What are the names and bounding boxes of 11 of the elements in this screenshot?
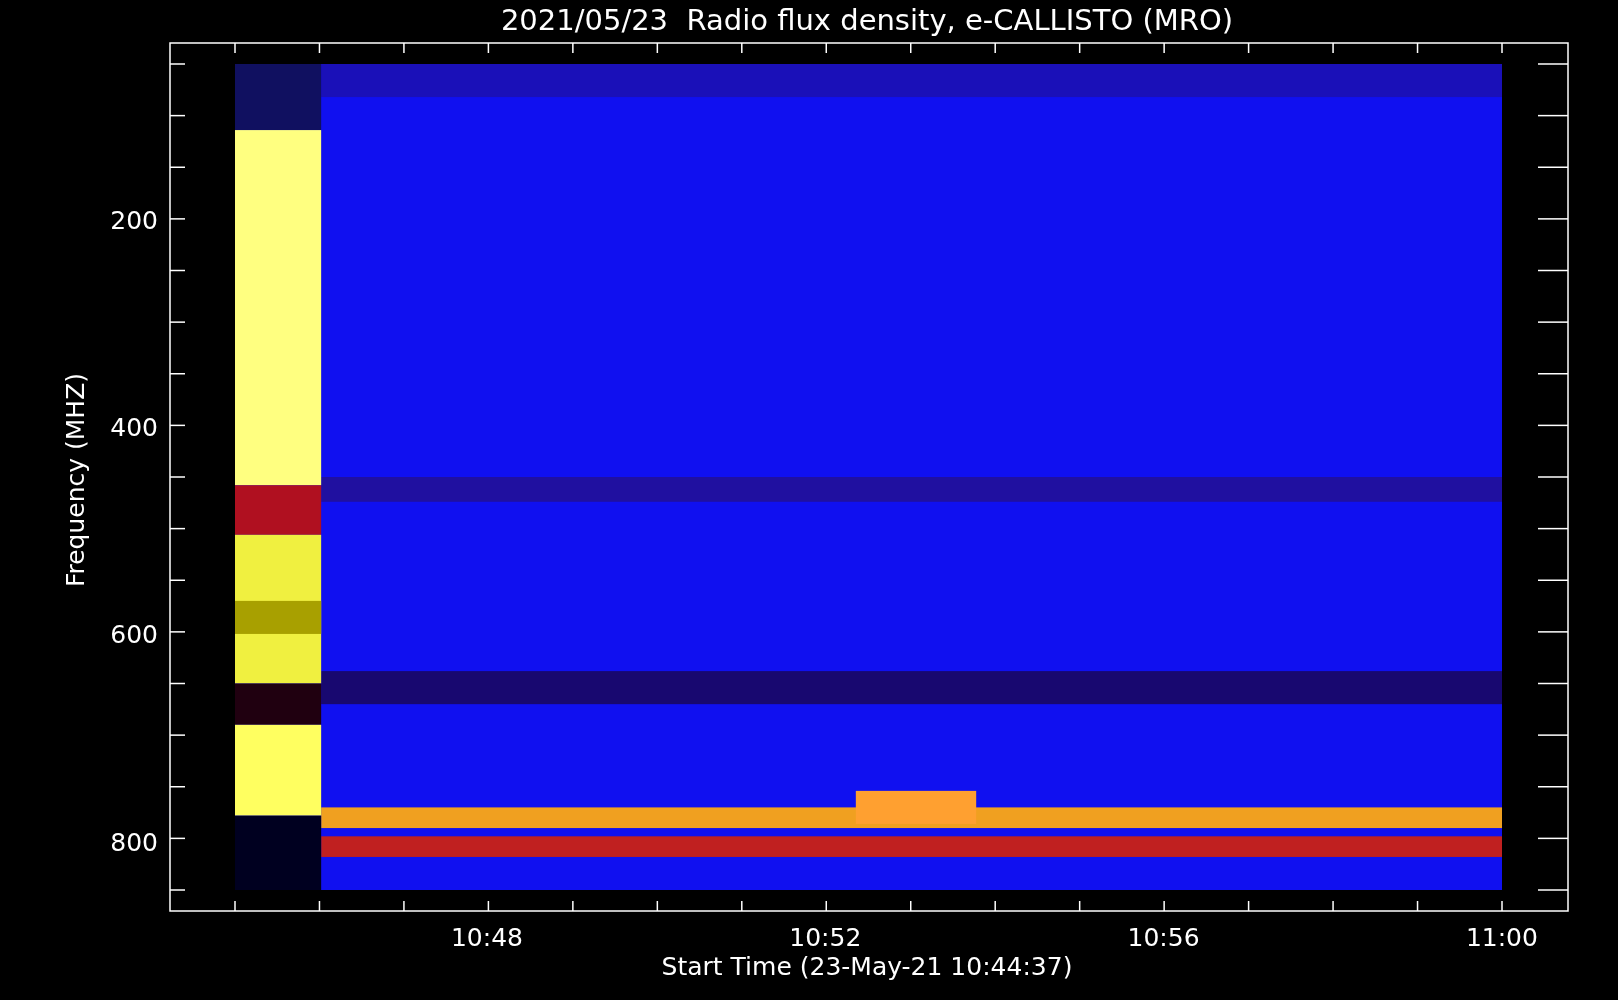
x-tick-label: 10:48 xyxy=(451,923,523,952)
y-tick-label: 400 xyxy=(110,413,158,443)
y-tick-label: 600 xyxy=(110,620,158,650)
y-axis-label: Frequency (MHZ) xyxy=(61,372,90,588)
chart-title: 2021/05/23 Radio flux density, e-CALLISTO (MRO) xyxy=(500,3,1234,37)
y-tick-label: 800 xyxy=(110,827,158,857)
x-tick-label: 11:00 xyxy=(1465,923,1538,952)
x-tick-label: 10:56 xyxy=(1127,923,1200,952)
x-axis-label: Start Time (23-May-21 10:44:37) xyxy=(661,952,1073,981)
y-tick-label: 200 xyxy=(110,206,158,235)
x-tick-label: 10:52 xyxy=(789,923,862,952)
